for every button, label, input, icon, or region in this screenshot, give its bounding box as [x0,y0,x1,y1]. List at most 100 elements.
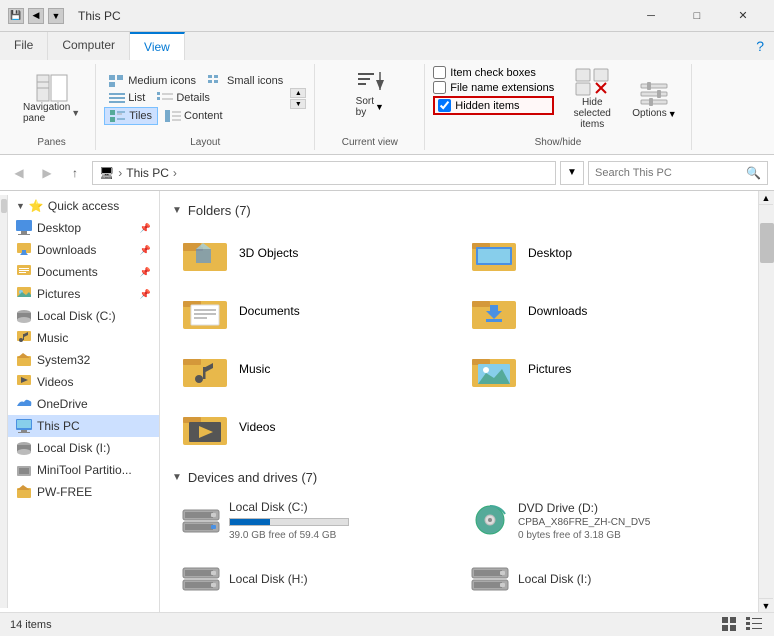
file-name-extensions-option[interactable]: File name extensions [433,81,554,94]
medium-icons-button[interactable]: Medium icons [104,73,201,89]
breadcrumb-sep2: › [173,166,177,180]
layout-scroll[interactable]: ▲ ▼ [290,88,306,109]
small-icons-button[interactable]: Small icons [203,73,288,89]
minimize-button[interactable]: ─ [628,0,674,32]
hidden-items-input[interactable] [438,99,451,112]
hide-selected-button[interactable]: Hide selecteditems [562,64,622,133]
scroll-down-arrow[interactable]: ▼ [759,598,773,612]
details-button[interactable]: Details [152,90,215,106]
layout-group-label: Layout [190,135,220,150]
folder-item-3d-objects[interactable]: 3D Objects [172,226,457,280]
back-button[interactable]: ◀ [6,161,32,185]
folders-section-header: ▼ Folders (7) [172,203,746,218]
drive-info-d: DVD Drive (D:) CPBA_X86FRE_ZH-CN_DV5 0 b… [518,501,650,541]
layout-scroll-down[interactable]: ▼ [290,99,306,109]
item-checkboxes-label: Item check boxes [450,67,536,79]
drive-size-c: 39.0 GB free of 59.4 GB [229,530,349,541]
folder-item-documents[interactable]: Documents [172,284,457,338]
sidebar-item-music[interactable]: Music [8,327,159,349]
sidebar-item-onedrive[interactable]: OneDrive [8,393,159,415]
search-input[interactable] [595,167,746,179]
drive-name-c: Local Disk (C:) [229,500,349,514]
folder-item-desktop[interactable]: Desktop [461,226,746,280]
tiles-label: Tiles [129,110,152,122]
drive-info-h: Local Disk (H:) [229,572,308,586]
drive-item-h[interactable]: Local Disk (H:) [172,552,457,606]
back-arrow-icon[interactable]: ◀ [28,8,44,24]
sort-by-button[interactable]: Sortby ▼ [350,64,390,122]
search-icon[interactable]: 🔍 [746,166,761,180]
sidebar-item-system32[interactable]: System32 [8,349,159,371]
item-checkboxes-input[interactable] [433,66,446,79]
item-checkboxes-option[interactable]: Item check boxes [433,66,554,79]
folder-item-music[interactable]: Music [172,342,457,396]
list-button[interactable]: List [104,90,150,106]
close-button[interactable]: ✕ [720,0,766,32]
drive-item-d[interactable]: DVD Drive (D:) CPBA_X86FRE_ZH-CN_DV5 0 b… [461,493,746,548]
tiles-button[interactable]: Tiles [104,107,158,125]
scroll-thumb[interactable] [760,223,774,263]
address-bar: ◀ ▶ ↑ 🖥 › This PC › ▼ 🔍 [0,155,774,191]
path-dropdown[interactable]: ▼ [560,161,584,185]
options-icon [636,78,672,108]
folder-item-downloads[interactable]: Downloads [461,284,746,338]
sidebar-item-pictures[interactable]: Pictures 📌 [8,283,159,305]
sidebar-item-desktop[interactable]: Desktop 📌 [8,217,159,239]
tiles-icon [110,110,126,122]
forward-button[interactable]: ▶ [34,161,60,185]
title-bar: 💾 ◀ ▼ This PC ─ □ ✕ [0,0,774,32]
content-label: Content [184,110,223,122]
search-box[interactable]: 🔍 [588,161,768,185]
pictures-icon [16,286,32,302]
title-bar-quick-access[interactable]: 💾 ◀ ▼ [8,8,64,24]
sidebar-item-local-disk-c[interactable]: Local Disk (C:) [8,305,159,327]
drive-info-c: Local Disk (C:) 39.0 GB free of 59.4 GB [229,500,349,541]
options-button[interactable]: Options ▼ [626,74,682,123]
tab-file[interactable]: File [0,32,48,60]
drive-item-i[interactable]: Local Disk (I:) [461,552,746,606]
sidebar-item-pw-free[interactable]: PW-FREE [8,481,159,503]
scroll-up-arrow[interactable]: ▲ [759,191,773,205]
hidden-items-option[interactable]: Hidden items [433,96,554,115]
details-view-toggle[interactable] [744,617,764,633]
large-icons-view-toggle[interactable] [720,617,740,633]
desktop-icon [16,220,32,236]
devices-chevron[interactable]: ▼ [172,472,182,483]
sidebar-item-this-pc[interactable]: This PC [8,415,159,437]
sidebar-item-downloads[interactable]: Downloads 📌 [8,239,159,261]
content-button[interactable]: Content [160,108,228,124]
content-icon [165,110,181,122]
current-view-group: Sortby ▼ Current view [315,64,425,150]
folder-item-videos[interactable]: Videos [172,400,457,454]
videos-icon [16,374,32,390]
sidebar-item-documents[interactable]: Documents 📌 [8,261,159,283]
up-button[interactable]: ↑ [62,161,88,185]
sidebar-item-local-disk-i[interactable]: Local Disk (I:) [8,437,159,459]
breadcrumb-bar[interactable]: 🖥 › This PC › [92,161,556,185]
drives-grid: Local Disk (C:) 39.0 GB free of 59.4 GB [172,493,746,606]
folders-chevron[interactable]: ▼ [172,205,182,216]
help-button[interactable]: ? [746,32,774,60]
quick-access-header[interactable]: ▼ ⭐ Quick access [8,195,159,217]
list-label: List [128,92,145,104]
drive-info-i: Local Disk (I:) [518,572,591,586]
ribbon-content: Navigationpane ▼ Panes [0,60,774,154]
sidebar-item-videos[interactable]: Videos [8,371,159,393]
drive-progress-c [229,518,349,526]
quick-save-icon[interactable]: 💾 [8,8,24,24]
navigation-pane-button[interactable]: Navigationpane ▼ [16,69,87,129]
folder-item-pictures[interactable]: Pictures [461,342,746,396]
breadcrumb-this-pc[interactable]: This PC [126,166,169,180]
layout-scroll-up[interactable]: ▲ [290,88,306,98]
sidebar-item-minitool[interactable]: MiniTool Partitio... [8,459,159,481]
dropdown-icon[interactable]: ▼ [48,8,64,24]
drive-item-c[interactable]: Local Disk (C:) 39.0 GB free of 59.4 GB [172,493,457,548]
maximize-button[interactable]: □ [674,0,720,32]
sidebar-scroll-up[interactable] [1,199,7,213]
tab-computer[interactable]: Computer [48,32,130,60]
tab-view[interactable]: View [130,32,185,60]
file-name-extensions-input[interactable] [433,81,446,94]
vertical-scrollbar[interactable]: ▲ ▼ [758,191,774,612]
window-controls[interactable]: ─ □ ✕ [628,0,766,32]
current-view-label: Current view [342,135,398,150]
